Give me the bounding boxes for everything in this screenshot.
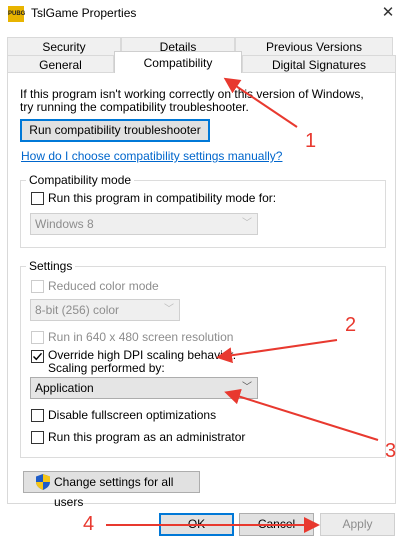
annotation-arrow-1 [223,77,298,128]
annotation-number-3: 3 [385,440,397,462]
annotation-number-4: 4 [83,513,95,535]
annotation-number-1: 1 [305,130,317,152]
annotation-arrow-2 [216,339,338,364]
annotation-overlay [106,77,379,533]
annotation-number-2: 2 [345,314,357,336]
tab-compatibility[interactable]: Compatibility [114,51,242,73]
annotation-arrow-3 [224,388,379,441]
